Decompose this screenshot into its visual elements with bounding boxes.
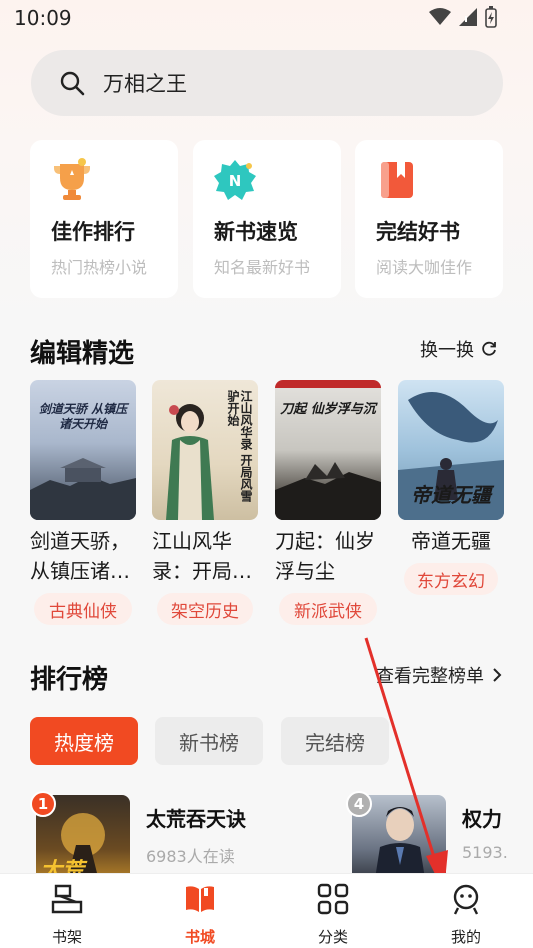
genre-tag[interactable]: 东方玄幻	[404, 563, 498, 595]
search-bar[interactable]: 万相之王	[31, 50, 503, 116]
full-ranking-link[interactable]: 查看完整榜单	[376, 662, 502, 688]
nav-category[interactable]: 分类	[293, 882, 373, 947]
cover-title: 刀起 仙岁浮与沉	[280, 402, 376, 417]
editor-picks-title: 编辑精选	[30, 339, 135, 369]
bookshelf-icon	[51, 884, 83, 914]
user-smile-icon	[453, 884, 479, 915]
quick-title: 佳作排行	[51, 220, 135, 244]
cover-title: 帝道无疆	[411, 483, 491, 507]
rank-readers: 5193.	[462, 843, 508, 862]
status-bar: 10:09	[0, 0, 533, 36]
wifi-icon	[429, 8, 451, 25]
nav-bookstore[interactable]: 书城	[160, 882, 240, 947]
rank-badge: 1	[30, 791, 56, 817]
grid-icon	[317, 883, 349, 915]
nav-bookshelf[interactable]: 书架	[27, 882, 107, 947]
refresh-icon	[482, 341, 496, 356]
cover-art	[30, 458, 136, 520]
book-title: 刀起：仙岁 浮与尘	[275, 526, 397, 586]
book-title-line: 刀起：仙岁	[275, 529, 375, 553]
svg-text:N: N	[229, 172, 242, 190]
genre-tag[interactable]: 古典仙侠	[34, 593, 132, 625]
swap-button[interactable]: 换一换	[420, 336, 498, 362]
nav-label: 书城	[184, 928, 215, 946]
book-cover: 刀起 仙岁浮与沉	[275, 380, 381, 520]
nav-mine[interactable]: 我的	[426, 882, 506, 947]
status-time: 10:09	[14, 6, 72, 30]
tab-new[interactable]: 新书榜	[155, 717, 263, 765]
book-title-line: 帝道无疆	[411, 529, 491, 553]
genre-tag[interactable]: 新派武侠	[279, 593, 377, 625]
trophy-icon	[54, 158, 90, 200]
nav-label: 分类	[317, 928, 348, 946]
quick-card-top-rank[interactable]: 佳作排行 热门热榜小说	[30, 140, 178, 298]
tab-hot[interactable]: 热度榜	[30, 717, 138, 765]
rank-book-name: 权力	[462, 807, 502, 831]
book-cover: 帝道无疆	[398, 380, 504, 520]
ranking-title: 排行榜	[30, 665, 109, 695]
full-ranking-label: 查看完整榜单	[376, 666, 484, 687]
book-card[interactable]: 江山风华录 开局风雪驴开始 江山风华 录：开局…	[152, 380, 258, 586]
rank-book-name: 太荒吞天诀	[146, 807, 246, 831]
book-bookmark-icon	[381, 162, 413, 198]
chevron-right-icon	[493, 668, 502, 682]
book-cover: 剑道天骄 从镇压诸天开始	[30, 380, 136, 520]
book-title-line: 录：开局…	[152, 559, 252, 583]
book-card[interactable]: 刀起 仙岁浮与沉 刀起：仙岁 浮与尘	[275, 380, 381, 586]
signal-icon	[459, 8, 477, 26]
book-title-line: 从镇压诸…	[30, 559, 130, 583]
book-open-icon	[186, 886, 214, 912]
book-title: 江山风华 录：开局…	[152, 526, 274, 586]
quick-card-finished[interactable]: 完结好书 阅读大咖佳作	[355, 140, 503, 298]
status-icons	[429, 6, 497, 28]
rank-readers: 6983人在读	[146, 847, 235, 866]
book-title-line: 江山风华	[152, 529, 232, 553]
cover-title: 江山风华录 开局风雪驴开始	[226, 390, 253, 503]
book-title: 帝道无疆	[398, 526, 504, 556]
rank-badge: 4	[346, 791, 372, 817]
quick-title: 新书速览	[214, 220, 298, 244]
genre-tag[interactable]: 架空历史	[157, 593, 253, 625]
book-title: 剑道天骄， 从镇压诸…	[30, 526, 152, 586]
search-icon	[60, 71, 85, 96]
new-badge-icon: N	[214, 160, 256, 200]
quick-subtitle: 知名最新好书	[214, 258, 311, 277]
book-title-line: 浮与尘	[275, 559, 335, 583]
book-card[interactable]: 帝道无疆 帝道无疆	[398, 380, 504, 556]
battery-icon	[485, 6, 497, 28]
search-text: 万相之王	[103, 72, 187, 96]
swap-label: 换一换	[420, 340, 474, 361]
book-cover: 江山风华录 开局风雪驴开始	[152, 380, 258, 520]
cover-art	[275, 380, 381, 520]
quick-subtitle: 阅读大咖佳作	[376, 258, 473, 277]
bottom-nav: 书架 书城 分类 我的	[0, 873, 533, 948]
cover-title: 剑道天骄 从镇压诸天开始	[38, 402, 128, 431]
quick-title: 完结好书	[376, 220, 460, 244]
tab-finished[interactable]: 完结榜	[281, 717, 389, 765]
quick-subtitle: 热门热榜小说	[51, 258, 148, 277]
book-card[interactable]: 剑道天骄 从镇压诸天开始 剑道天骄， 从镇压诸…	[30, 380, 136, 586]
nav-label: 书架	[51, 928, 82, 946]
quick-card-new-books[interactable]: N 新书速览 知名最新好书	[193, 140, 341, 298]
book-title-line: 剑道天骄，	[30, 529, 130, 553]
nav-label: 我的	[450, 928, 481, 946]
